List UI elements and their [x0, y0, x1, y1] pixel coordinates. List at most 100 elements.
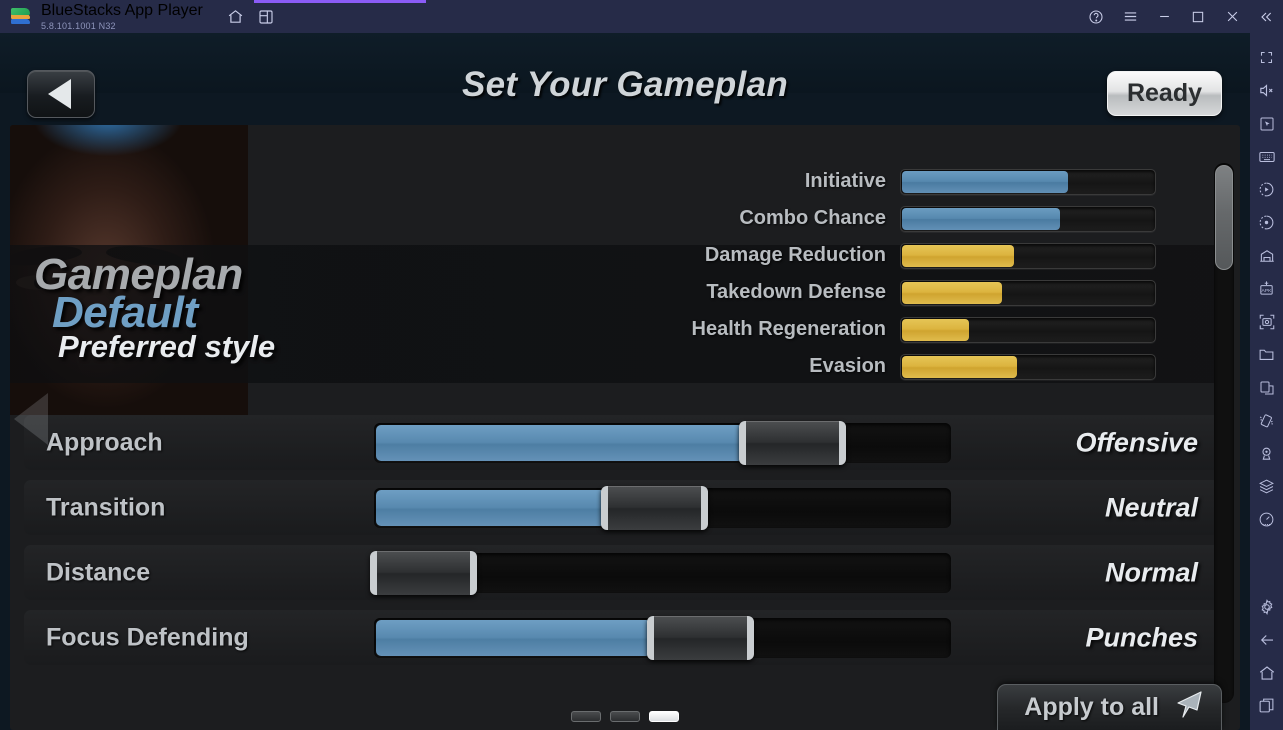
- page-dot-active[interactable]: [649, 711, 679, 722]
- stats-list: Initiative Combo Chance Damage Reduction: [680, 163, 1180, 385]
- slider-track[interactable]: [370, 550, 951, 595]
- gameplan-panel: Gameplan Default Preferred style Initiat…: [10, 125, 1240, 730]
- stat-label: Health Regeneration: [691, 318, 886, 340]
- slider-thumb[interactable]: [370, 550, 477, 595]
- media-folder-icon[interactable]: [1250, 338, 1283, 371]
- macro-icon[interactable]: [1250, 173, 1283, 206]
- stat-bar: [900, 205, 1156, 232]
- page-title: Set Your Gameplan: [461, 65, 789, 104]
- app-version: 5.8.101.1001 N32: [41, 20, 116, 31]
- slider-row-approach: Approach Offensive: [24, 415, 1220, 470]
- ready-button[interactable]: Ready: [1107, 71, 1222, 116]
- multi-instance-icon[interactable]: [251, 3, 281, 31]
- minimize-icon[interactable]: [1147, 0, 1181, 33]
- slider-value: Neutral: [1104, 492, 1198, 522]
- slider-thumb[interactable]: [646, 615, 754, 660]
- slider-label: Approach: [46, 428, 163, 456]
- apply-to-all-button[interactable]: Apply to all: [997, 684, 1222, 730]
- slider-fill: [376, 619, 651, 656]
- stat-row: Health Regeneration: [680, 311, 1180, 348]
- slider-list: Approach Offensive Transition Neutral Di…: [24, 415, 1220, 675]
- menu-icon[interactable]: [1113, 0, 1147, 33]
- title-bar: BlueStacks App Player 5.8.101.1001 N32: [0, 0, 1283, 33]
- previous-gameplan-arrow-icon[interactable]: [14, 393, 48, 445]
- stat-label: Takedown Defense: [706, 281, 886, 303]
- stat-label: Evasion: [809, 355, 886, 377]
- panel-scrollbar[interactable]: [1214, 163, 1234, 703]
- stat-bar: [900, 242, 1156, 269]
- mute-icon[interactable]: [1250, 74, 1283, 107]
- recents-icon[interactable]: [1250, 689, 1283, 722]
- copy-icon[interactable]: [1250, 371, 1283, 404]
- svg-text:APK: APK: [1262, 288, 1273, 294]
- screenshot-icon[interactable]: [1250, 305, 1283, 338]
- slider-track[interactable]: [374, 615, 951, 660]
- active-tab-indicator: [254, 0, 426, 3]
- help-icon[interactable]: [1079, 0, 1113, 33]
- stat-row: Takedown Defense: [680, 274, 1180, 311]
- back-button[interactable]: [27, 70, 95, 118]
- page-dot[interactable]: [610, 711, 640, 722]
- layers-icon[interactable]: [1250, 470, 1283, 503]
- collapse-sidebar-icon[interactable]: [1249, 0, 1283, 33]
- stat-bar: [900, 353, 1156, 380]
- stat-row: Evasion: [680, 348, 1180, 385]
- stat-bar-fill: [902, 355, 1017, 378]
- title-bar-actions: [221, 3, 281, 31]
- page-dot[interactable]: [571, 711, 601, 722]
- stat-bar-fill: [902, 170, 1068, 193]
- close-icon[interactable]: [1215, 0, 1249, 33]
- keyboard-icon[interactable]: [1250, 140, 1283, 173]
- stat-bar: [900, 168, 1156, 195]
- stat-bar-fill: [902, 281, 1002, 304]
- stat-row: Combo Chance: [680, 200, 1180, 237]
- slider-track[interactable]: [374, 485, 951, 530]
- cursor-arrow-icon: [1171, 690, 1205, 725]
- app-name: BlueStacks App Player: [41, 1, 203, 19]
- back-icon[interactable]: [1250, 623, 1283, 656]
- settings-icon[interactable]: [1250, 590, 1283, 623]
- stat-row: Damage Reduction: [680, 237, 1180, 274]
- scrollbar-thumb[interactable]: [1215, 165, 1233, 270]
- multi-instance-manager-icon[interactable]: [1250, 239, 1283, 272]
- install-apk-icon[interactable]: APK: [1250, 272, 1283, 305]
- apply-to-all-label: Apply to all: [1024, 693, 1159, 721]
- record-icon[interactable]: [1250, 206, 1283, 239]
- app-title-block: BlueStacks App Player 5.8.101.1001 N32: [41, 1, 203, 31]
- stat-label: Combo Chance: [739, 207, 886, 229]
- slider-value: Punches: [1085, 622, 1198, 652]
- game-viewport: Set Your Gameplan Ready Gameplan Default…: [0, 33, 1250, 730]
- home-icon[interactable]: [1250, 656, 1283, 689]
- stat-bar-fill: [902, 244, 1015, 267]
- right-toolbar: APK: [1250, 33, 1283, 730]
- home-icon[interactable]: [221, 3, 251, 31]
- performance-icon[interactable]: [1250, 503, 1283, 536]
- maximize-icon[interactable]: [1181, 0, 1215, 33]
- stat-bar: [900, 316, 1156, 343]
- stat-label: Initiative: [804, 170, 886, 192]
- slider-label: Distance: [46, 558, 151, 586]
- slider-label: Focus Defending: [46, 623, 249, 651]
- location-icon[interactable]: [1250, 437, 1283, 470]
- stat-row: Initiative: [680, 163, 1180, 200]
- slider-fill: [376, 489, 605, 526]
- slider-thumb[interactable]: [739, 420, 847, 465]
- stat-bar: [900, 279, 1156, 306]
- slider-fill: [376, 424, 744, 461]
- triangle-left-icon: [48, 79, 71, 109]
- slider-value: Normal: [1104, 557, 1198, 587]
- bluestacks-window: BlueStacks App Player 5.8.101.1001 N32 A…: [0, 0, 1283, 730]
- slider-value: Offensive: [1075, 427, 1198, 457]
- slider-row-focus-defending: Focus Defending Punches: [24, 610, 1220, 665]
- bluestacks-logo-icon: [10, 6, 32, 28]
- slider-track[interactable]: [374, 420, 951, 465]
- pointer-icon[interactable]: [1250, 107, 1283, 140]
- slider-row-transition: Transition Neutral: [24, 480, 1220, 535]
- slider-thumb[interactable]: [600, 485, 708, 530]
- stat-bar-fill: [902, 318, 969, 341]
- shake-icon[interactable]: [1250, 404, 1283, 437]
- gameplan-subtitle: Preferred style: [58, 329, 276, 364]
- fullscreen-icon[interactable]: [1250, 41, 1283, 74]
- slider-row-distance: Distance Normal: [24, 545, 1220, 600]
- slider-label: Transition: [46, 493, 166, 521]
